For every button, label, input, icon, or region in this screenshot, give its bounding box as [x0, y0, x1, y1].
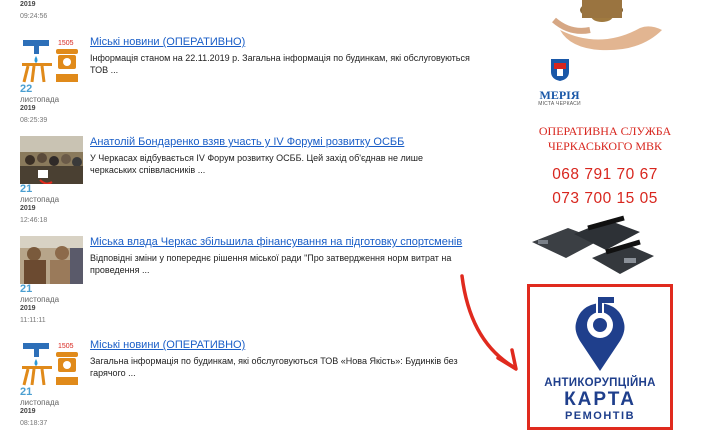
coins-hands-icon [530, 0, 675, 52]
news-title-link[interactable]: Міські новини (ОПЕРАТИВНО) [90, 36, 245, 48]
banner-line1: АНТИКОРУПЦІЙНА [544, 377, 656, 389]
sidebar: МЕРІЯ МІСТА ЧЕРКАСИ ОПЕРАТИВНА СЛУЖБА ЧЕ… [520, 0, 690, 434]
news-time: 09:24:56 [20, 13, 48, 20]
meria-logo[interactable]: МЕРІЯ МІСТА ЧЕРКАСИ [537, 58, 582, 107]
news-date: 21 листопада 2019 12:46:18 [20, 183, 60, 225]
news-day: 21 [20, 283, 33, 295]
news-year: 2019 [20, 205, 36, 212]
anticorruption-map-banner[interactable]: АНТИКОРУПЦІЙНА КАРТА РЕМОНТІВ [527, 284, 673, 430]
utility-code: 1505 [58, 40, 74, 47]
news-year: 2019 [20, 105, 36, 112]
service-title: ОПЕРАТИВНА СЛУЖБА ЧЕРКАСЬКОГО МВК [520, 124, 690, 154]
news-excerpt: Відповідні зміни у попереднє рішення міс… [90, 253, 452, 275]
news-month: листопада [20, 295, 60, 304]
meria-name: МЕРІЯ [539, 88, 580, 102]
service-line1: ОПЕРАТИВНА СЛУЖБА [538, 124, 672, 138]
news-day: 21 [20, 183, 33, 195]
news-date: 21 листопада 2019 11:11:11 [20, 283, 60, 325]
phone-number-1[interactable]: 068 791 70 67 [520, 166, 690, 184]
forum-photo[interactable] [20, 136, 83, 184]
sports-photo[interactable] [20, 236, 83, 284]
news-title-link[interactable]: Анатолій Бондаренко взяв участь у IV Фор… [90, 136, 404, 148]
news-date: 21 листопада 2019 08:18:37 [20, 386, 60, 428]
news-year: 2019 [20, 408, 36, 415]
service-line2: ЧЕРКАСЬКОГО МВК [547, 139, 663, 153]
news-day: 22 [20, 83, 33, 95]
news-month: листопада [20, 95, 60, 104]
utility-code: 1505 [58, 343, 74, 350]
news-excerpt: Інформація станом на 22.11.2019 р. Загал… [90, 53, 470, 75]
news-title-link[interactable]: Міські новини (ОПЕРАТИВНО) [90, 339, 245, 351]
news-list: 2019 09:24:56 1505 22 листопада 2019 08:… [0, 0, 480, 434]
news-time: 12:46:18 [20, 217, 48, 224]
news-excerpt: У Черкасах відбувається IV Форум розвитк… [90, 153, 424, 175]
utility-services-icon[interactable]: 1505 [20, 339, 83, 387]
city-crest-icon [550, 59, 569, 81]
news-year: 2019 [20, 1, 36, 8]
news-day: 21 [20, 386, 33, 398]
phone-number-2[interactable]: 073 700 15 05 [520, 190, 690, 208]
news-excerpt: Загальна інформація по будинкам, які обс… [90, 356, 458, 378]
news-year: 2019 [20, 305, 36, 312]
banner-line3: РЕМОНТІВ [564, 410, 636, 422]
news-month: листопада [20, 195, 60, 204]
news-title-link[interactable]: Міська влада Черкас збільшила фінансуван… [90, 236, 462, 248]
news-date: 22 листопада 2019 08:25:39 [20, 83, 60, 125]
phones-image [528, 214, 654, 278]
map-pin-icon [575, 297, 625, 371]
meria-subtitle: МІСТА ЧЕРКАСИ [538, 101, 581, 107]
banner-line2: КАРТА [564, 389, 636, 410]
news-time: 11:11:11 [20, 317, 46, 324]
previous-item-date: 2019 09:24:56 [20, 1, 47, 20]
utility-services-icon[interactable]: 1505 [20, 36, 83, 84]
news-time: 08:25:39 [20, 117, 48, 124]
arrow-annotation-icon [460, 274, 518, 371]
news-time: 08:18:37 [20, 420, 48, 427]
desk-phone-icon [528, 214, 654, 278]
savings-banner[interactable] [530, 0, 675, 52]
news-month: листопада [20, 398, 60, 407]
